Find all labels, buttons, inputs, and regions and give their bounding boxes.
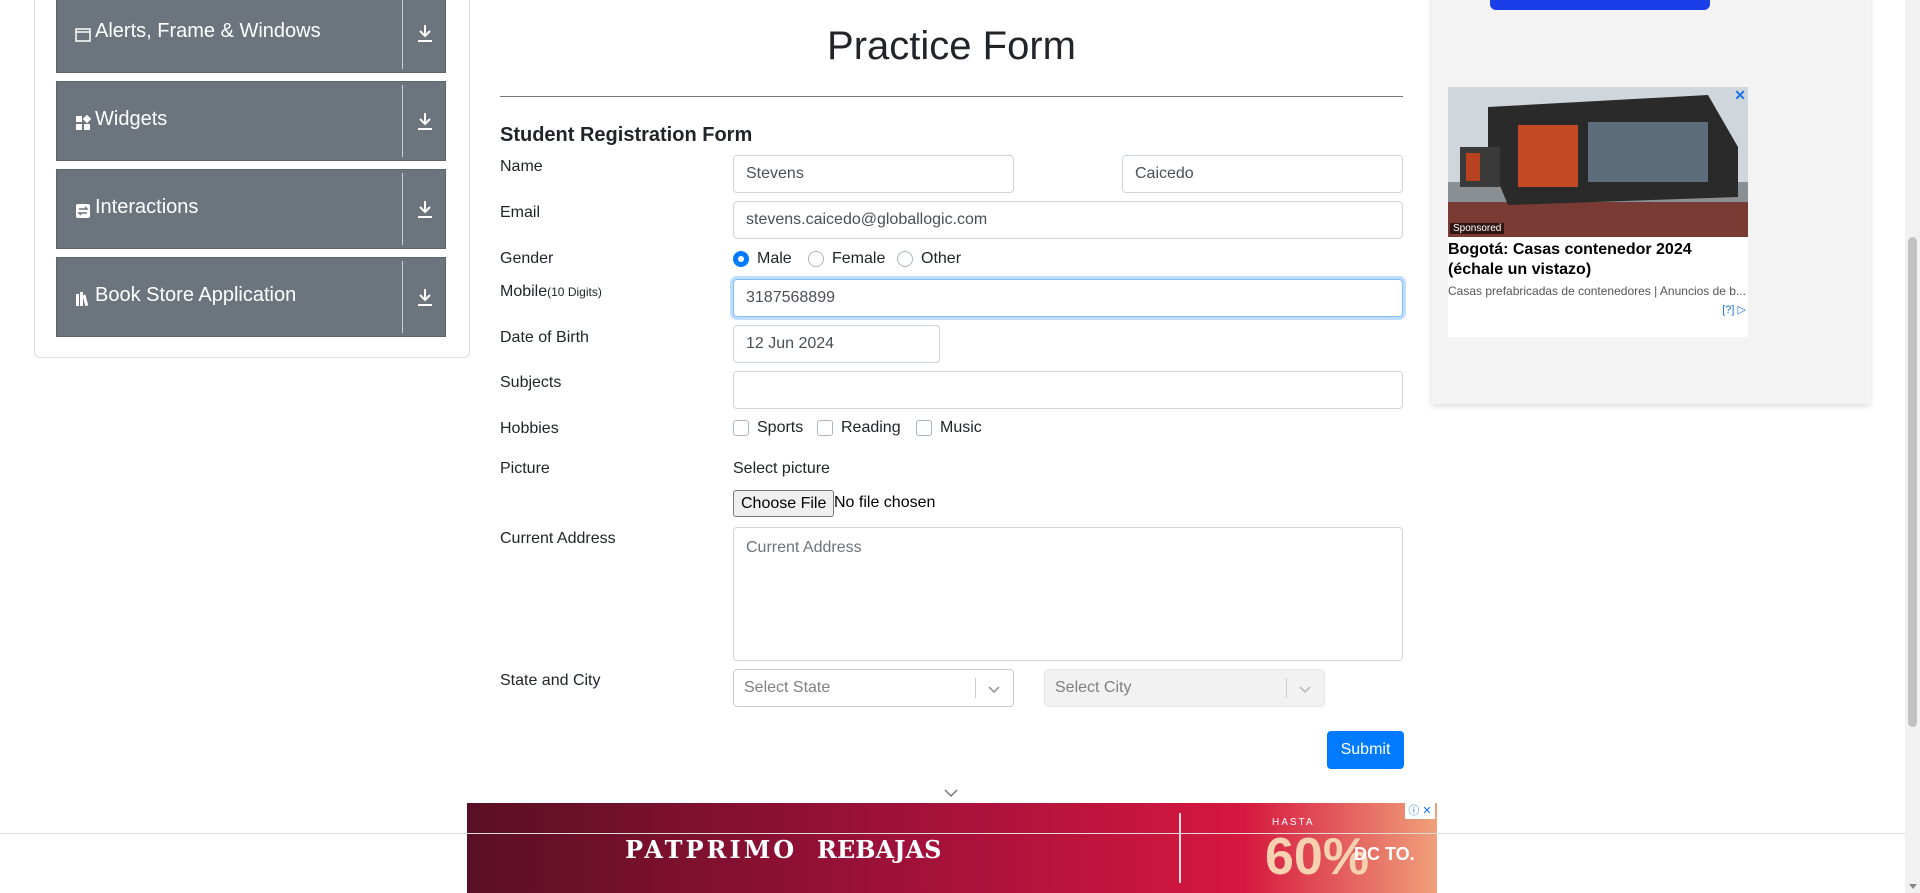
mobile-label: Mobile(10 Digits) [500, 283, 602, 300]
divider [402, 173, 403, 245]
city-placeholder: Select City [1055, 679, 1132, 696]
mobile-hint: (10 Digits) [547, 285, 602, 299]
hobby-checkbox-reading[interactable]: Reading [817, 419, 901, 437]
form-subtitle: Student Registration Form [500, 124, 753, 146]
name-label: Name [500, 158, 543, 175]
divider [975, 678, 976, 698]
hobby-label: Music [940, 419, 982, 436]
radio-unchecked-icon [897, 251, 913, 267]
container-house-image [1448, 87, 1748, 237]
divider [402, 0, 403, 69]
ad-image[interactable] [1448, 87, 1748, 237]
city-select[interactable]: Select City [1044, 669, 1325, 707]
download-icon[interactable] [415, 110, 435, 132]
hobbies-label: Hobbies [500, 420, 559, 437]
first-name-input[interactable]: Stevens [733, 155, 1014, 193]
gender-radio-female[interactable]: Female [808, 250, 885, 268]
hobby-checkbox-music[interactable]: Music [916, 419, 982, 437]
close-icon[interactable]: ✕ [1734, 87, 1746, 104]
sidebar-group-interactions[interactable]: Interactions [56, 169, 446, 249]
sidebar-group-widgets[interactable]: Widgets [56, 81, 446, 161]
date-of-birth-input[interactable]: 12 Jun 2024 [733, 325, 940, 363]
ad-description[interactable]: Casas prefabricadas de contenedores | An… [1448, 284, 1746, 298]
page: Alerts, Frame & Windows Widgets Interact… [0, 0, 1920, 893]
divider [1179, 813, 1181, 883]
download-icon[interactable] [415, 286, 435, 308]
ad-top-button[interactable] [1490, 0, 1710, 10]
divider [500, 96, 1403, 97]
widgets-grid-icon [76, 115, 91, 130]
close-icon[interactable]: ⓘ ✕ [1405, 803, 1435, 819]
download-icon[interactable] [415, 198, 435, 220]
select-picture-label: Select picture [733, 460, 830, 477]
picture-label: Picture [500, 460, 550, 477]
gender-option-label: Other [921, 250, 962, 267]
vertical-scrollbar[interactable] [1905, 0, 1920, 893]
current-address-label: Current Address [500, 530, 616, 547]
page-title: Practice Form [827, 24, 1076, 68]
divider [402, 85, 403, 157]
radio-checked-icon [733, 251, 749, 267]
sidebar-group-label: Interactions [95, 196, 199, 218]
mobile-input[interactable]: 3187568899 [733, 279, 1403, 317]
submit-button[interactable]: Submit [1327, 731, 1404, 769]
sidebar-group-bookstore[interactable]: Book Store Application [56, 257, 446, 337]
state-select[interactable]: Select State [733, 669, 1014, 707]
gender-option-label: Female [832, 250, 886, 267]
file-status-text: No file chosen [834, 494, 936, 511]
email-input[interactable]: stevens.caicedo@globallogic.com [733, 201, 1403, 239]
current-address-textarea[interactable]: Current Address [733, 527, 1403, 661]
state-city-label: State and City [500, 672, 601, 689]
choose-file-button[interactable]: Choose File [733, 490, 835, 517]
divider [1286, 678, 1287, 698]
email-label: Email [500, 204, 541, 221]
gender-label: Gender [500, 250, 554, 267]
chevron-down-icon [988, 686, 1000, 694]
hobby-label: Sports [757, 419, 804, 436]
sidebar-group-label: Alerts, Frame & Windows [95, 20, 321, 42]
subjects-input[interactable] [733, 371, 1403, 409]
window-icon [75, 28, 91, 42]
subjects-label: Subjects [500, 374, 562, 391]
checkbox-icon [733, 420, 749, 436]
side-ad-panel: Sponsored ✕ Bogotá: Casas contenedor 202… [1432, 0, 1870, 404]
checkbox-icon [916, 420, 932, 436]
state-placeholder: Select State [744, 679, 831, 696]
checkbox-icon [817, 420, 833, 436]
scroll-down-arrow-icon[interactable] [1909, 884, 1917, 889]
sidebar: Alerts, Frame & Windows Widgets Interact… [34, 0, 470, 358]
footer-divider [0, 833, 1905, 834]
bottom-banner-ad[interactable]: PATPRIMO REBAJAS HASTA 60% DC TO. ⓘ ✕ [467, 803, 1437, 893]
gender-radio-other[interactable]: Other [897, 250, 961, 268]
chevron-down-icon[interactable] [943, 788, 959, 798]
banner-brand: PATPRIMO [625, 835, 798, 864]
download-icon[interactable] [415, 22, 435, 44]
interactions-icon [76, 204, 90, 218]
adchoices-icon[interactable]: [?] ▷ [1722, 303, 1746, 316]
sidebar-group-label: Widgets [95, 108, 168, 130]
last-name-input[interactable]: Caicedo [1122, 155, 1403, 193]
sidebar-group-label: Book Store Application [95, 284, 297, 306]
hobby-label: Reading [841, 419, 901, 436]
dob-label: Date of Birth [500, 329, 589, 346]
chevron-down-icon [1299, 686, 1311, 694]
sidebar-group-alerts[interactable]: Alerts, Frame & Windows [56, 0, 446, 73]
ad-headline[interactable]: Bogotá: Casas contenedor 2024 (échale un… [1448, 240, 1744, 280]
banner-dcto: DC TO. [1354, 844, 1415, 864]
divider [402, 261, 403, 333]
banner-promo: REBAJAS [817, 835, 942, 864]
sponsored-badge: Sponsored [1450, 223, 1505, 234]
ad-card[interactable]: Sponsored ✕ Bogotá: Casas contenedor 202… [1448, 87, 1748, 337]
hobby-checkbox-sports[interactable]: Sports [733, 419, 803, 437]
scrollbar-thumb[interactable] [1908, 237, 1917, 727]
gender-option-label: Male [757, 250, 792, 267]
radio-unchecked-icon [808, 251, 824, 267]
books-icon [76, 292, 89, 307]
gender-radio-male[interactable]: Male [733, 250, 792, 268]
